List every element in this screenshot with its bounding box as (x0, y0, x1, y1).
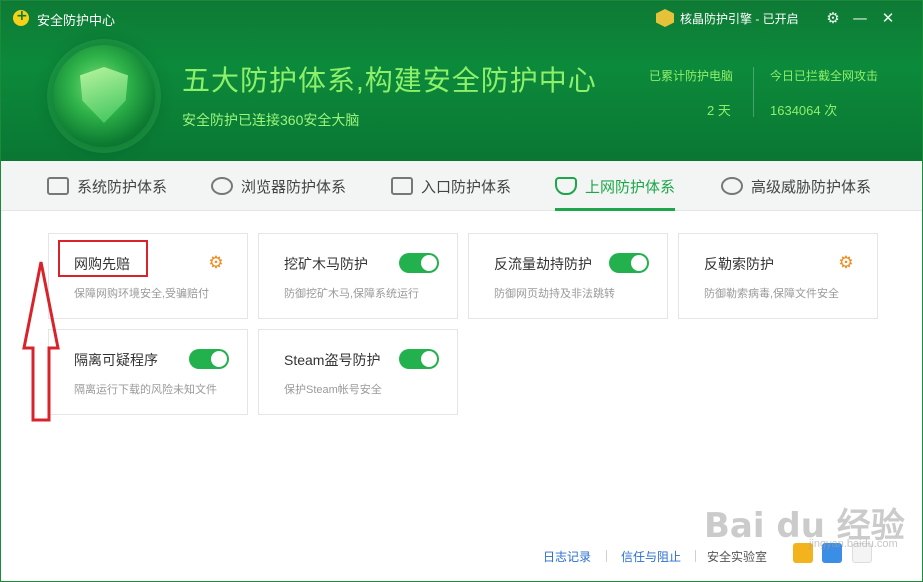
close-icon[interactable]: ✕ (878, 8, 898, 28)
stat-label-blocked-attacks: 今日已拦截全网攻击 (770, 69, 879, 83)
up-arrow-annotation-icon (22, 261, 60, 422)
tab-label: 浏览器防护体系 (241, 178, 347, 196)
tab-bar: 系统防护体系 浏览器防护体系 入口防护体系 上网防护体系 高级威胁防护体系 (1, 161, 922, 211)
card-desc: 防御勒索病毒,保障文件安全 (704, 288, 840, 300)
gear-icon[interactable]: ⚙ (823, 8, 843, 28)
toggle-switch[interactable] (399, 349, 439, 369)
baidu-watermark-url: jingyan.baidu.com (809, 538, 898, 550)
card-title: Steam盗号防护 (284, 352, 381, 368)
card-mining-trojan-protection[interactable]: 挖矿木马防护 防御挖矿木马,保障系统运行 (258, 233, 458, 319)
log-record-link[interactable]: 日志记录 (543, 548, 591, 565)
toggle-switch[interactable] (609, 253, 649, 273)
card-title: 反流量劫持防护 (494, 256, 592, 272)
hero-header: 安全防护中心 核晶防护引擎 - 已开启 ⚙ — ✕ 五大防护体系,构建安全防护中… (1, 1, 922, 161)
stat-label-protected-days: 已累计防护电脑 (649, 69, 734, 83)
toggle-switch[interactable] (399, 253, 439, 273)
card-anti-traffic-hijack[interactable]: 反流量劫持防护 防御网页劫持及非法跳转 (468, 233, 668, 319)
shield-pulse-icon (555, 177, 577, 195)
tab-advanced-threat-protection[interactable]: 高级威胁防护体系 (721, 161, 871, 211)
browser-icon (211, 177, 233, 195)
tab-label: 入口防护体系 (421, 178, 512, 196)
card-title: 隔离可疑程序 (74, 352, 158, 368)
tab-label: 系统防护体系 (77, 178, 168, 196)
hero-subline: 安全防护已连接360安全大脑 (182, 112, 360, 128)
stat-value-protected-days: 2 天 (707, 103, 731, 118)
card-desc: 防御挖矿木马,保障系统运行 (284, 288, 420, 300)
footer-divider (606, 550, 607, 562)
tab-label: 高级威胁防护体系 (751, 178, 872, 196)
engine-cube-icon (656, 9, 674, 27)
tab-browser-protection[interactable]: 浏览器防护体系 (211, 161, 346, 211)
footer-divider (695, 550, 696, 562)
gear-icon[interactable]: ⚙ (207, 254, 225, 272)
tab-label: 上网防护体系 (585, 178, 676, 196)
card-desc: 隔离运行下载的风险未知文件 (74, 384, 217, 396)
trust-block-link[interactable]: 信任与阻止 (621, 548, 681, 565)
card-isolate-suspicious-programs[interactable]: 隔离可疑程序 隔离运行下载的风险未知文件 (48, 329, 248, 415)
card-title: 反勒索防护 (704, 256, 774, 272)
card-anti-ransomware[interactable]: 反勒索防护 ⚙ 防御勒索病毒,保障文件安全 (678, 233, 878, 319)
app-logo-icon (13, 8, 29, 26)
gear-icon[interactable]: ⚙ (837, 254, 855, 272)
card-title: 挖矿木马防护 (284, 256, 368, 272)
target-icon (721, 177, 743, 195)
window-title: 安全防护中心 (37, 13, 116, 28)
card-desc: 保护Steam帐号安全 (284, 384, 382, 396)
card-desc: 防御网页劫持及非法跳转 (494, 288, 615, 300)
toggle-switch[interactable] (189, 349, 229, 369)
card-steam-account-protection[interactable]: Steam盗号防护 保护Steam帐号安全 (258, 329, 458, 415)
server-icon (391, 177, 413, 195)
tab-internet-protection[interactable]: 上网防护体系 (555, 161, 676, 211)
engine-status-label: 核晶防护引擎 - 已开启 (680, 11, 799, 26)
minimize-icon[interactable]: — (850, 8, 870, 28)
card-desc: 保障网购环境安全,受骗赔付 (74, 288, 210, 300)
tab-system-protection[interactable]: 系统防护体系 (47, 161, 167, 211)
security-lab-label[interactable]: 安全实验室 (707, 548, 767, 565)
hero-headline: 五大防护体系,构建安全防护中心 (182, 65, 597, 96)
shield-icon (80, 67, 128, 123)
engine-status[interactable]: 核晶防护引擎 - 已开启 (656, 8, 799, 28)
stat-value-blocked-attacks: 1634064 次 (770, 103, 838, 118)
monitor-icon (47, 177, 69, 195)
tab-entry-protection[interactable]: 入口防护体系 (391, 161, 511, 211)
stat-divider (753, 67, 754, 117)
shield-logo (53, 45, 155, 147)
security-center-window: 安全防护中心 核晶防护引擎 - 已开启 ⚙ — ✕ 五大防护体系,构建安全防护中… (0, 0, 923, 582)
highlight-annotation-box (58, 240, 148, 277)
title-bar: 安全防护中心 核晶防护引擎 - 已开启 ⚙ — ✕ (1, 1, 922, 35)
